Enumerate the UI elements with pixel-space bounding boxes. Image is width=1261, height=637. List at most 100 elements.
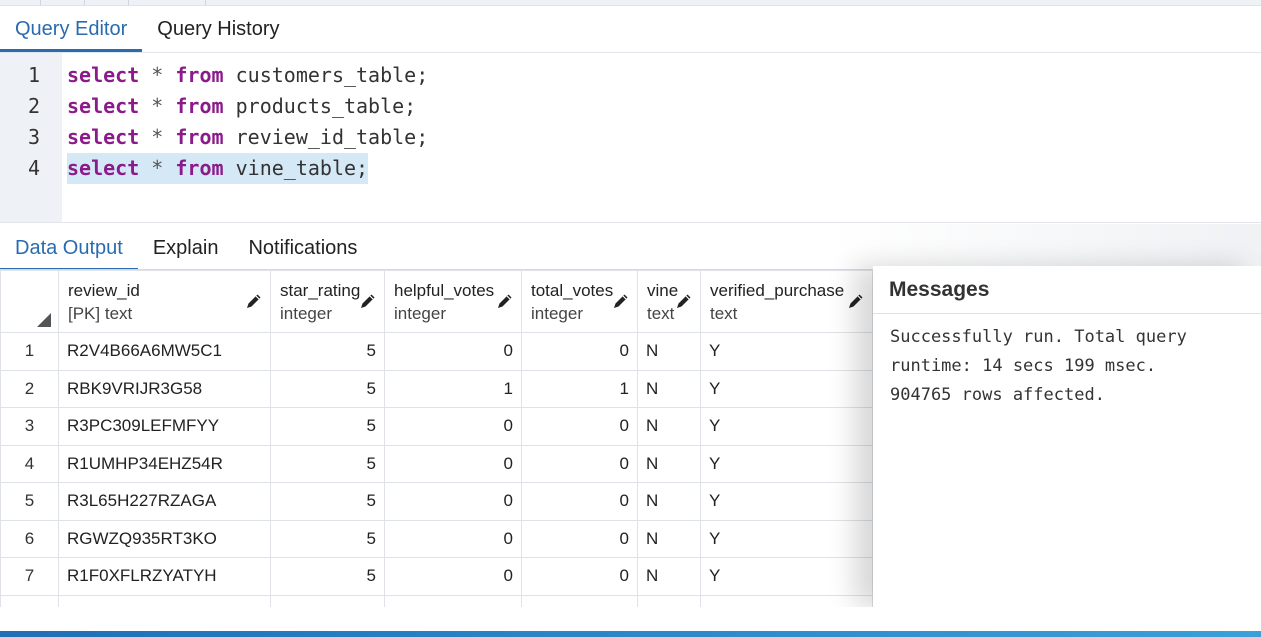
- select-all-corner[interactable]: [0, 270, 59, 333]
- row-number[interactable]: [0, 594, 59, 607]
- cell-star-rating[interactable]: 5: [270, 482, 385, 521]
- cell-review-id[interactable]: RGWZQ935RT3KO: [58, 519, 271, 558]
- cell-review-id[interactable]: R2V4B66A6MW5C1: [58, 332, 271, 371]
- cell-total-votes[interactable]: 0: [521, 444, 638, 483]
- column-header-helpful-votes[interactable]: helpful_votes integer: [384, 270, 522, 333]
- column-header-vine[interactable]: vine text: [637, 270, 701, 333]
- cell-total-votes[interactable]: 1: [521, 369, 638, 408]
- cell-star-rating[interactable]: 5: [270, 519, 385, 558]
- cell-verified-purchase[interactable]: Y: [700, 557, 873, 596]
- code-line-selected[interactable]: select * from vine_table;: [67, 153, 369, 184]
- pencil-icon[interactable]: [674, 291, 694, 311]
- cell-vine[interactable]: N: [637, 369, 701, 408]
- line-number: 2: [27, 94, 40, 118]
- cell-helpful-votes[interactable]: 0: [384, 482, 522, 521]
- cell-vine[interactable]: N: [637, 557, 701, 596]
- table-row[interactable]: 7 R1F0XFLRZYATYH 5 0 0 N Y: [0, 557, 873, 596]
- tab-notch: [84, 0, 85, 5]
- cell-total-votes[interactable]: 0: [521, 519, 638, 558]
- cell-review-id[interactable]: R1F0XFLRZYATYH: [58, 557, 271, 596]
- cell-total-votes[interactable]: 0: [521, 407, 638, 446]
- cell-star-rating[interactable]: 5: [270, 557, 385, 596]
- cell-helpful-votes[interactable]: 0: [384, 407, 522, 446]
- status-gap: [0, 607, 1261, 631]
- cell-helpful-votes[interactable]: 1: [384, 369, 522, 408]
- column-header-star-rating[interactable]: star_rating integer: [270, 270, 385, 333]
- tab-data-output[interactable]: Data Output: [0, 228, 138, 271]
- cell-review-id[interactable]: RBK9VRIJR3G58: [58, 369, 271, 408]
- cell-verified-purchase[interactable]: Y: [700, 519, 873, 558]
- cell-vine[interactable]: N: [637, 332, 701, 371]
- row-number[interactable]: 1: [0, 332, 59, 371]
- table-row[interactable]: 1 R2V4B66A6MW5C1 5 0 0 N Y: [0, 332, 873, 371]
- row-number[interactable]: 2: [0, 369, 59, 408]
- row-number[interactable]: 7: [0, 557, 59, 596]
- code-line[interactable]: select * from customers_table;: [67, 60, 428, 91]
- cell-helpful-votes[interactable]: 0: [384, 557, 522, 596]
- cell-total-votes[interactable]: 0: [521, 557, 638, 596]
- cell-vine[interactable]: N: [637, 407, 701, 446]
- pencil-icon[interactable]: [611, 291, 631, 311]
- cell-star-rating[interactable]: 5: [270, 369, 385, 408]
- pencil-icon[interactable]: [846, 291, 866, 311]
- cell-star-rating[interactable]: 5: [270, 444, 385, 483]
- table-row[interactable]: 4 R1UMHP34EHZ54R 5 0 0 N Y: [0, 444, 873, 483]
- cell-total-votes[interactable]: 0: [521, 482, 638, 521]
- cell-helpful-votes[interactable]: 0: [384, 332, 522, 371]
- tab-notifications[interactable]: Notifications: [233, 228, 372, 268]
- code-line[interactable]: select * from products_table;: [67, 91, 416, 122]
- sql-keyword: from: [175, 125, 224, 149]
- tab-notch: [128, 0, 129, 5]
- tab-query-history[interactable]: Query History: [142, 9, 294, 49]
- row-number[interactable]: 4: [0, 444, 59, 483]
- cell-star-rating[interactable]: [270, 594, 385, 607]
- cell-verified-purchase[interactable]: Y: [700, 369, 873, 408]
- table-row[interactable]: 2 RBK9VRIJR3G58 5 1 1 N Y: [0, 369, 873, 408]
- cell-review-id[interactable]: R3PC309LEFMFYY: [58, 407, 271, 446]
- cell-review-id[interactable]: R3L65H227RZAGA: [58, 482, 271, 521]
- tab-query-editor[interactable]: Query Editor: [0, 9, 143, 52]
- cell-verified-purchase[interactable]: Y: [700, 332, 873, 371]
- messages-panel: Messages Successfully run. Total query r…: [873, 266, 1261, 607]
- cell-star-rating[interactable]: 5: [270, 332, 385, 371]
- cell-verified-purchase[interactable]: Y: [700, 407, 873, 446]
- sql-editor[interactable]: 1 2 3 4 select * from customers_table; s…: [0, 53, 1261, 223]
- table-row[interactable]: 6 RGWZQ935RT3KO 5 0 0 N Y: [0, 519, 873, 558]
- cell-review-id[interactable]: R1UMHP34EHZ54R: [58, 444, 271, 483]
- sql-identifier: products_table;: [235, 94, 417, 118]
- cell-helpful-votes[interactable]: 0: [384, 444, 522, 483]
- cell-vine[interactable]: N: [637, 482, 701, 521]
- column-type: integer: [394, 304, 446, 323]
- cell-vine[interactable]: [637, 594, 701, 607]
- column-header-review-id[interactable]: review_id [PK] text: [58, 270, 271, 333]
- data-output-grid: review_id [PK] text star_rating integer …: [0, 270, 873, 607]
- cell-vine[interactable]: N: [637, 444, 701, 483]
- table-row[interactable]: 5 R3L65H227RZAGA 5 0 0 N Y: [0, 482, 873, 521]
- cell-helpful-votes[interactable]: 0: [384, 519, 522, 558]
- line-number-gutter: 1 2 3 4: [0, 53, 62, 223]
- cell-verified-purchase[interactable]: Y: [700, 444, 873, 483]
- table-row-partial[interactable]: [0, 594, 873, 607]
- pencil-icon[interactable]: [495, 291, 515, 311]
- cell-helpful-votes[interactable]: [384, 594, 522, 607]
- messages-body: Successfully run. Total query runtime: 1…: [890, 323, 1250, 410]
- cell-verified-purchase[interactable]: Y: [700, 482, 873, 521]
- column-header-verified-purchase[interactable]: verified_purchase text: [700, 270, 873, 333]
- cell-total-votes[interactable]: [521, 594, 638, 607]
- code-line[interactable]: select * from review_id_table;: [67, 122, 428, 153]
- tab-explain[interactable]: Explain: [138, 228, 234, 268]
- table-row[interactable]: 3 R3PC309LEFMFYY 5 0 0 N Y: [0, 407, 873, 446]
- sql-operator: *: [151, 94, 164, 118]
- column-header-total-votes[interactable]: total_votes integer: [521, 270, 638, 333]
- sql-identifier: review_id_table;: [235, 125, 429, 149]
- cell-review-id[interactable]: [58, 594, 271, 607]
- pencil-icon[interactable]: [244, 291, 264, 311]
- pencil-icon[interactable]: [358, 291, 378, 311]
- cell-vine[interactable]: N: [637, 519, 701, 558]
- cell-total-votes[interactable]: 0: [521, 332, 638, 371]
- row-number[interactable]: 6: [0, 519, 59, 558]
- row-number[interactable]: 3: [0, 407, 59, 446]
- cell-star-rating[interactable]: 5: [270, 407, 385, 446]
- row-number[interactable]: 5: [0, 482, 59, 521]
- cell-verified-purchase[interactable]: [700, 594, 873, 607]
